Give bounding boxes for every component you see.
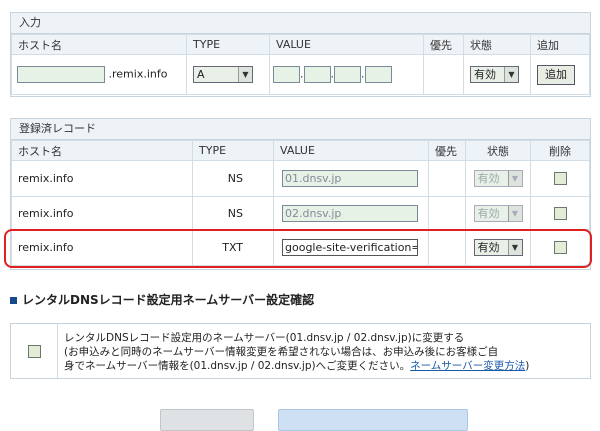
- ip-octet-2-input[interactable]: [303, 66, 331, 83]
- submit-button[interactable]: [278, 409, 468, 431]
- header-delete: 削除: [530, 140, 590, 161]
- chevron-down-icon: ▼: [504, 67, 518, 82]
- row-status-select: 有効 ▼: [473, 204, 523, 222]
- confirm-text: レンタルDNSレコード設定用のネームサーバー(01.dnsv.jp / 02.d…: [58, 324, 590, 378]
- header-host: ホスト名: [11, 34, 187, 55]
- status-select-value: 有効: [474, 68, 496, 81]
- row-priority: [428, 160, 466, 197]
- header-value: VALUE: [273, 140, 429, 161]
- records-panel-title: 登録済レコード: [11, 119, 590, 140]
- confirm-line-3-text: 身でネームサーバー情報を(01.dnsv.jp / 02.dnsv.jp)へご変…: [64, 360, 411, 372]
- input-panel-title: 入力: [11, 13, 590, 34]
- nameserver-confirm-box: レンタルDNSレコード設定用のネームサーバー(01.dnsv.jp / 02.d…: [10, 323, 591, 379]
- confirm-line-2: (お申込みと同時のネームサーバー情報変更を希望されない場合は、お申込み後にお客様…: [64, 346, 499, 358]
- header-priority: 優先: [428, 140, 466, 161]
- chevron-down-icon: ▼: [507, 171, 522, 186]
- confirm-line-3-end: ): [525, 360, 530, 372]
- confirm-line-1: レンタルDNSレコード設定用のネームサーバー(01.dnsv.jp / 02.d…: [64, 332, 465, 344]
- ip-octet-1-input[interactable]: [273, 66, 300, 83]
- row-host: remix.info: [11, 160, 193, 197]
- row-type: NS: [192, 160, 274, 197]
- confirm-line-3: 身でネームサーバー情報を(01.dnsv.jp / 02.dnsv.jp)へご変…: [64, 359, 584, 373]
- header-value: VALUE: [269, 34, 424, 55]
- chevron-down-icon: ▼: [238, 67, 252, 82]
- delete-checkbox[interactable]: [553, 172, 567, 186]
- nameserver-change-checkbox[interactable]: [27, 344, 41, 358]
- chevron-down-icon: ▼: [507, 205, 522, 221]
- nameserver-heading-text: レンタルDNSレコード設定用ネームサーバー設定確認: [22, 293, 315, 307]
- row-host: remix.info: [11, 196, 193, 230]
- header-status: 状態: [463, 34, 531, 55]
- priority-cell: [423, 54, 464, 95]
- type-select-value: A: [197, 68, 205, 81]
- row-status-value: 有効: [477, 172, 500, 185]
- row-value-input: 02.dnsv.jp: [282, 204, 418, 222]
- input-panel: 入力 ホスト名 TYPE VALUE 優先 状態 追加 .remix.info …: [10, 12, 591, 97]
- type-select[interactable]: A ▼: [193, 66, 253, 83]
- host-input[interactable]: [17, 66, 105, 83]
- add-button[interactable]: 追加: [537, 64, 575, 85]
- header-status: 状態: [465, 140, 531, 161]
- row-type: NS: [192, 196, 274, 230]
- header-priority: 優先: [423, 34, 464, 55]
- row-value-input: 01.dnsv.jp: [282, 170, 418, 187]
- delete-checkbox[interactable]: [553, 206, 567, 220]
- row-status-select: 有効 ▼: [473, 170, 523, 187]
- nameserver-section-heading: レンタルDNSレコード設定用ネームサーバー設定確認: [10, 291, 314, 308]
- confirm-checkbox-cell: [11, 324, 58, 378]
- header-type: TYPE: [186, 34, 270, 55]
- nameserver-change-link[interactable]: ネームサーバー変更方法: [410, 360, 525, 372]
- header-type: TYPE: [192, 140, 274, 161]
- row-status-value: 有効: [477, 206, 500, 220]
- header-add: 追加: [530, 34, 590, 55]
- back-button[interactable]: [160, 409, 254, 431]
- highlight-annotation: [4, 229, 592, 268]
- table-row: remix.info NS 02.dnsv.jp 有効 ▼: [11, 196, 590, 230]
- table-row: remix.info NS 01.dnsv.jp 有効 ▼: [11, 160, 590, 197]
- ip-octet-3-input[interactable]: [334, 66, 361, 83]
- status-select[interactable]: 有効 ▼: [470, 66, 519, 83]
- input-table: ホスト名 TYPE VALUE 優先 状態 追加 .remix.info A ▼…: [11, 34, 590, 95]
- ip-octet-4-input[interactable]: [364, 66, 392, 83]
- header-host: ホスト名: [11, 140, 193, 161]
- row-priority: [428, 196, 466, 230]
- square-bullet-icon: [10, 297, 17, 304]
- host-suffix: .remix.info: [108, 67, 168, 81]
